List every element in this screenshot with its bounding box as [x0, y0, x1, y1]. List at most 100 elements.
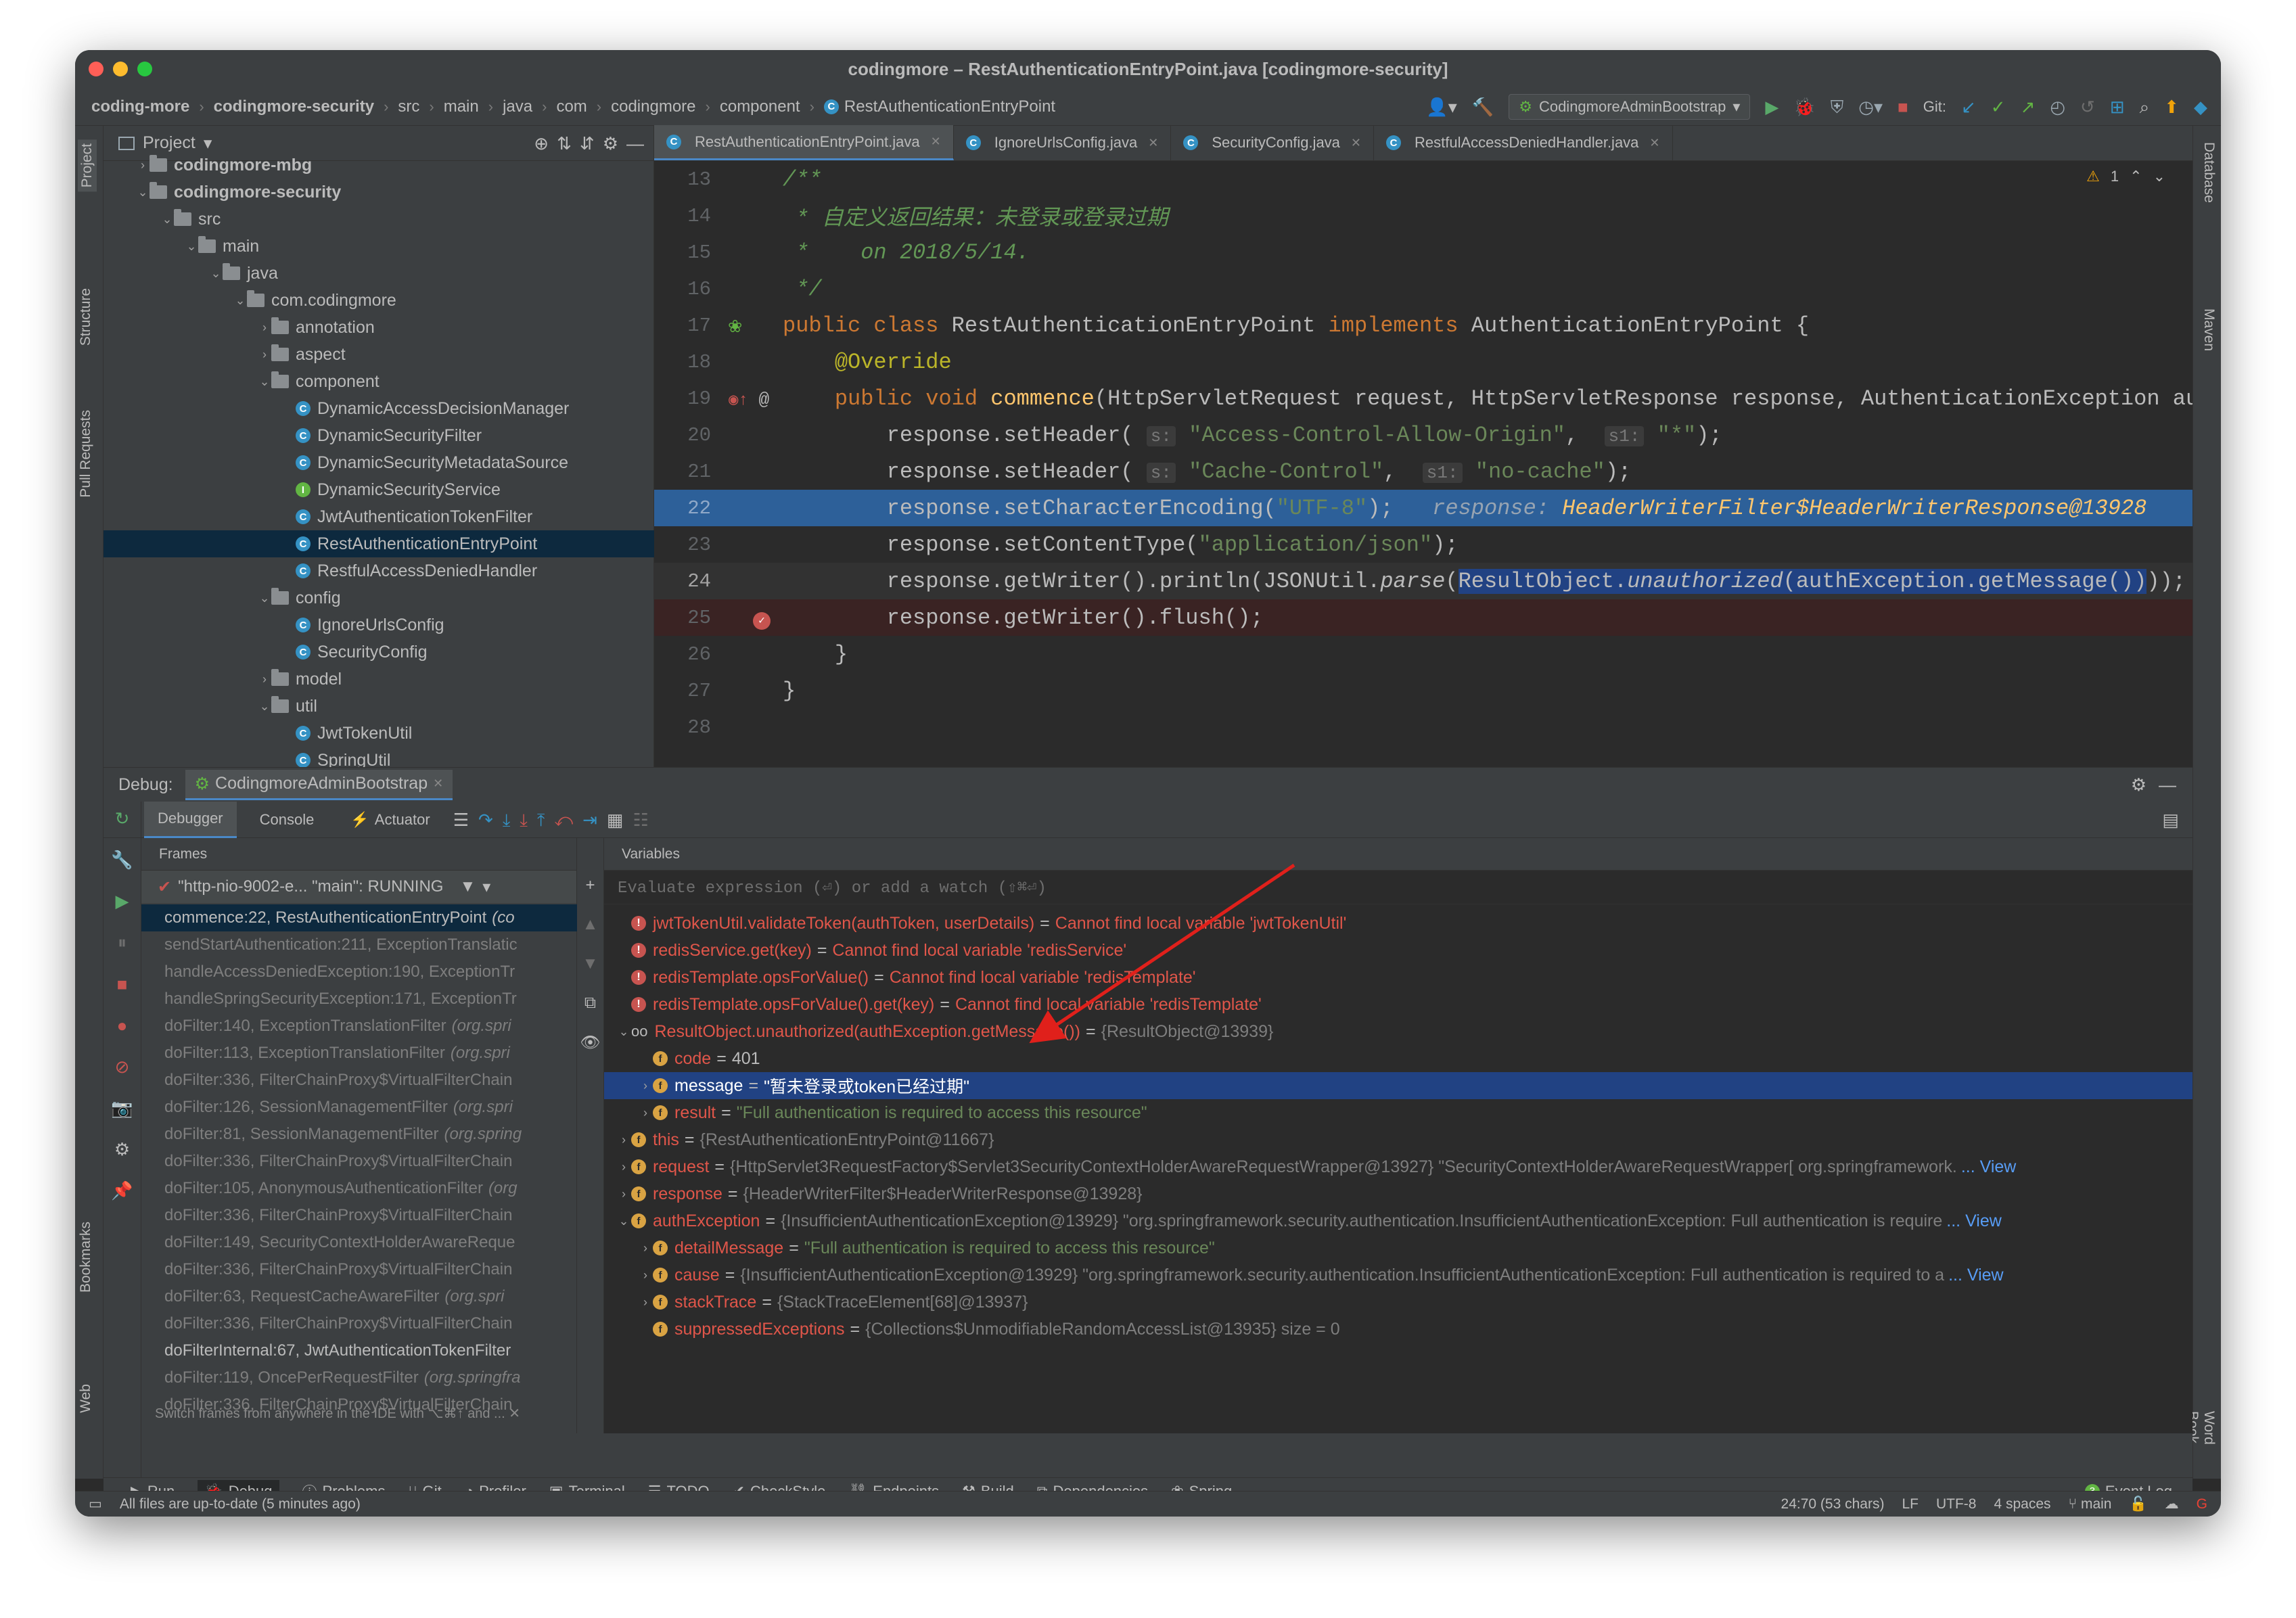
add-watch-icon[interactable]: + — [585, 876, 595, 895]
history-icon[interactable]: ◴ — [2050, 98, 2065, 116]
tab-debugger[interactable]: Debugger — [144, 801, 237, 838]
stack-frame[interactable]: doFilterInternal:67, JwtAuthenticationTo… — [141, 1337, 577, 1364]
breadcrumb-item[interactable]: component — [720, 97, 800, 116]
view-link[interactable]: ... View — [1961, 1157, 2017, 1177]
tree-item[interactable]: C SecurityConfig — [104, 639, 654, 666]
debug-icon[interactable]: 🐞 — [1793, 98, 1815, 116]
file-encoding[interactable]: UTF-8 — [1936, 1496, 1977, 1512]
coverage-icon[interactable]: ⛨ — [1831, 98, 1844, 116]
drop-frame-icon[interactable]: ⤺ — [554, 811, 573, 829]
override-method-icon[interactable]: ◉↑ — [729, 392, 748, 410]
tree-item[interactable]: C JwtAuthenticationTokenFilter — [104, 503, 654, 530]
evaluate-icon[interactable]: ▦ — [607, 811, 624, 829]
tree-item[interactable]: › annotation — [104, 314, 654, 341]
cloud-icon[interactable]: ☁ — [2165, 1496, 2179, 1512]
breadcrumb-item[interactable]: coding-more — [91, 97, 189, 116]
stop-icon[interactable]: ■ — [1898, 98, 1908, 116]
variable-row[interactable]: › f this = {RestAuthenticationEntryPoint@116… — [604, 1126, 2192, 1153]
resume-icon[interactable]: ▶ — [116, 891, 129, 912]
thread-selector[interactable]: ✔ "http-nio-9002-e... "main": RUNNING ▼ … — [141, 871, 576, 903]
tree-item[interactable]: ⌄ util — [104, 693, 654, 720]
expand-arrow-icon[interactable]: ⌄ — [616, 1025, 631, 1039]
editor-tab[interactable]: C RestAuthenticationEntryPoint.java ✕ — [654, 125, 954, 160]
breadcrumb-item[interactable]: codingmore-security — [214, 97, 374, 116]
variable-row[interactable]: › f stackTrace = {StackTraceElement[68]@1393… — [604, 1289, 2192, 1316]
git-push-icon[interactable]: ↗ — [2021, 98, 2036, 116]
translate-icon[interactable]: ⊞ — [2110, 98, 2125, 116]
caret-position[interactable]: 24:70 (53 chars) — [1781, 1496, 1885, 1512]
run-configuration-select[interactable]: ⚙ CodingmoreAdminBootstrap ▾ — [1509, 94, 1751, 120]
expand-arrow-icon[interactable]: › — [638, 1241, 653, 1255]
mute-breakpoints-icon[interactable]: ⊘ — [115, 1057, 130, 1078]
expand-arrow-icon[interactable]: › — [638, 1079, 653, 1093]
tree-item[interactable]: › codingmore-mbg — [104, 152, 654, 179]
tree-item[interactable]: C IgnoreUrlsConfig — [104, 611, 654, 639]
expand-arrow-icon[interactable]: ⌄ — [258, 591, 271, 605]
wrench-icon[interactable]: 🔧 — [111, 850, 133, 871]
close-icon[interactable]: ✕ — [433, 777, 443, 791]
view-breakpoints-icon[interactable]: ● — [117, 1015, 128, 1036]
view-link[interactable]: ... View — [1946, 1211, 2002, 1231]
git-commit-icon[interactable]: ✓ — [1991, 98, 2006, 116]
hide-icon[interactable]: — — [2159, 776, 2176, 793]
variable-row[interactable]: ! redisService.get(key) = Cannot find local… — [604, 937, 2192, 964]
breakpoint-icon[interactable]: ✓ — [753, 611, 771, 630]
tree-item[interactable]: C RestAuthenticationEntryPoint — [104, 530, 654, 557]
maven-tool-tab[interactable]: Maven — [2201, 308, 2217, 351]
evaluate-expression-input[interactable]: Evaluate expression (⏎) or add a watch (… — [604, 871, 2192, 904]
stop-icon[interactable]: ■ — [117, 974, 128, 995]
bookmarks-tool-tab[interactable]: Bookmarks — [78, 1222, 94, 1293]
variable-row[interactable]: › f detailMessage = "Full authentication is … — [604, 1234, 2192, 1262]
expand-arrow-icon[interactable]: › — [136, 158, 150, 172]
collapse-all-icon[interactable]: ⇵ — [580, 135, 595, 152]
expand-arrow-icon[interactable]: › — [616, 1160, 631, 1174]
close-tab-icon[interactable]: ✕ — [1148, 136, 1158, 150]
chevron-up-icon[interactable]: ⌃ — [2130, 168, 2142, 185]
expand-arrow-icon[interactable]: › — [258, 348, 271, 362]
run-to-cursor-icon[interactable]: ⇥ — [582, 811, 597, 829]
pull-requests-tool-tab[interactable]: Pull Requests — [78, 410, 94, 498]
status-panel-icon[interactable]: ▭ — [89, 1496, 102, 1512]
tree-item[interactable]: › aspect — [104, 341, 654, 368]
stack-frame[interactable]: doFilter:119, OncePerRequestFilter (org.s… — [141, 1364, 577, 1391]
google-icon[interactable]: G — [2197, 1496, 2207, 1512]
breadcrumb-item[interactable]: src — [398, 97, 419, 116]
stack-frame[interactable]: doFilter:63, RequestCacheAwareFilter (org… — [141, 1283, 577, 1310]
variable-row[interactable]: › f request = {HttpServlet3RequestFactory$Se… — [604, 1153, 2192, 1180]
variable-row[interactable]: f code = 401 — [604, 1045, 2192, 1072]
expand-arrow-icon[interactable]: › — [258, 321, 271, 335]
expand-arrow-icon[interactable]: ⌄ — [258, 699, 271, 714]
tree-item[interactable]: C RestfulAccessDeniedHandler — [104, 557, 654, 584]
chevron-down-icon[interactable]: ▾ — [204, 133, 212, 154]
expand-arrow-icon[interactable]: ⌄ — [258, 375, 271, 389]
copy-icon[interactable]: ⧉ — [584, 994, 596, 1013]
trace-icon[interactable]: ☷ — [633, 811, 648, 829]
rollback-icon[interactable]: ↺ — [2080, 98, 2095, 116]
variable-row[interactable]: ⌄ f authException = {InsufficientAuthenticat… — [604, 1207, 2192, 1234]
database-tool-tab[interactable]: Database — [2201, 142, 2217, 203]
expand-arrow-icon[interactable]: › — [258, 672, 271, 687]
tree-item[interactable]: ⌄ java — [104, 260, 654, 287]
search-icon[interactable]: ⌕ — [2140, 98, 2150, 116]
web-tool-tab[interactable]: Web — [78, 1384, 94, 1413]
expand-arrow-icon[interactable]: › — [616, 1187, 631, 1201]
pause-icon[interactable]: ⏸ — [118, 932, 127, 954]
stack-frame[interactable]: doFilter:336, FilterChainProxy$VirtualFi… — [141, 1310, 577, 1337]
breadcrumb-item[interactable]: main — [444, 97, 479, 116]
update-icon[interactable]: ⬆ — [2164, 98, 2179, 116]
editor-tab[interactable]: C IgnoreUrlsConfig.java ✕ — [954, 125, 1172, 160]
expand-arrow-icon[interactable]: ⌄ — [209, 267, 223, 281]
stack-frame[interactable]: doFilter:336, FilterChainProxy$VirtualFi… — [141, 1202, 577, 1229]
expand-arrow-icon[interactable]: ⌄ — [136, 185, 150, 200]
variable-row[interactable]: › f result = "Full authentication is require… — [604, 1099, 2192, 1126]
variable-row[interactable]: ! redisTemplate.opsForValue().get(key) = Ca… — [604, 991, 2192, 1018]
run-icon[interactable]: ▶ — [1765, 98, 1778, 116]
tree-item[interactable]: I DynamicSecurityService — [104, 476, 654, 503]
indent-setting[interactable]: 4 spaces — [1994, 1496, 2050, 1512]
locate-icon[interactable]: ⊕ — [534, 135, 549, 152]
stack-frame[interactable]: doFilter:105, AnonymousAuthenticationFil… — [141, 1175, 577, 1202]
menu-icon[interactable]: ☰ — [453, 811, 469, 829]
breadcrumb-item[interactable]: java — [503, 97, 532, 116]
stack-frame[interactable]: sendStartAuthentication:211, ExceptionTr… — [141, 931, 577, 958]
rerun-icon[interactable]: ↻ — [115, 808, 130, 829]
